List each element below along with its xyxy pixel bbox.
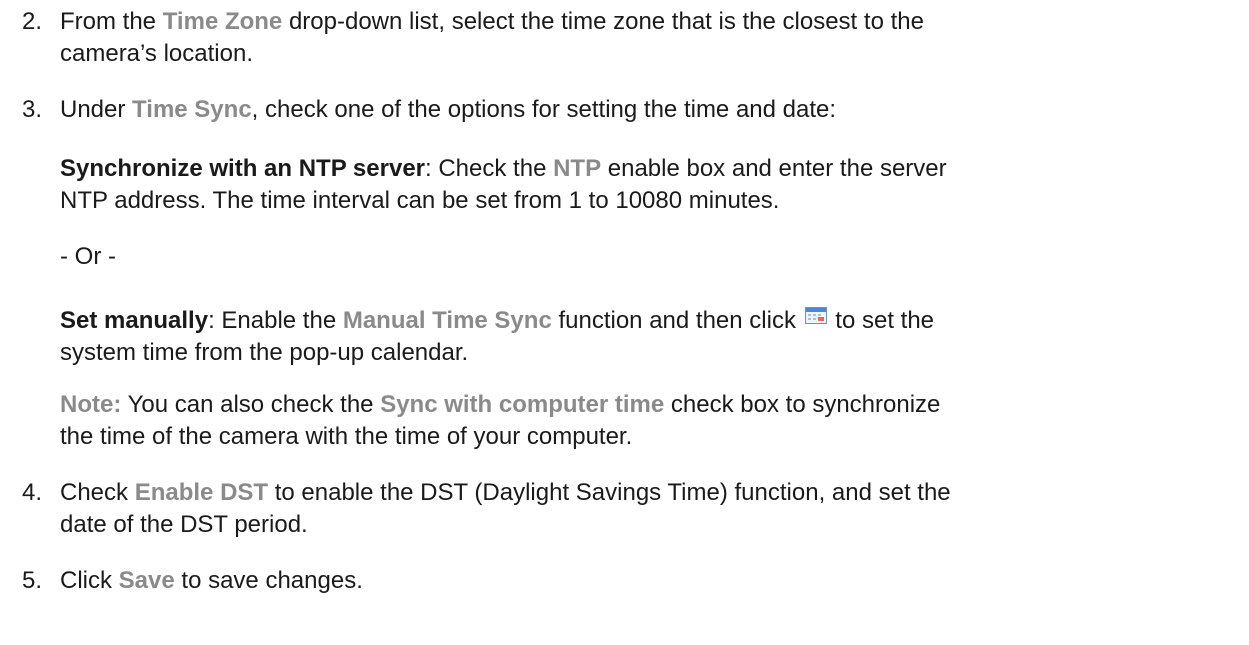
text: Click <box>60 567 119 594</box>
text: enable box and enter the server <box>601 155 947 182</box>
ui-term-manual-time-sync: Manual Time Sync <box>342 307 552 334</box>
document-page: 2. From the Time Zone drop-down list, se… <box>0 0 1249 645</box>
ui-term-ntp: NTP <box>553 155 602 182</box>
step-3: 3. Under Time Sync, check one of the opt… <box>22 94 1232 126</box>
note-label: Note: <box>60 391 122 418</box>
step-number: 2. <box>22 8 43 35</box>
step-number: 3. <box>22 96 43 123</box>
calendar-icon <box>804 301 827 324</box>
text: to enable the DST (Daylight Savings Time… <box>268 479 951 506</box>
ui-term-enable-dst: Enable DST <box>134 479 269 506</box>
ntp-option: Synchronize with an NTP server: Check th… <box>60 153 1240 217</box>
text: system time from the pop-up calendar. <box>60 339 469 366</box>
text: the time of the camera with the time of … <box>60 423 633 450</box>
text: : Check the <box>425 155 554 182</box>
text: , check one of the options for setting t… <box>251 96 837 123</box>
text: Under <box>60 96 133 123</box>
text: to set the <box>828 307 935 334</box>
ui-term-save: Save <box>118 567 175 594</box>
text: function and then click <box>551 307 803 334</box>
text: drop-down list, select the time zone tha… <box>282 8 924 35</box>
option-label: Set manually <box>60 307 209 334</box>
text: check box to synchronize <box>664 391 941 418</box>
step-number: 4. <box>22 479 43 506</box>
text: From the <box>60 8 163 35</box>
ui-term-time-zone: Time Zone <box>162 8 283 35</box>
manual-option: Set manually: Enable the Manual Time Syn… <box>60 301 1240 369</box>
text: : Enable the <box>208 307 343 334</box>
text: date of the DST period. <box>60 511 308 538</box>
step-number: 5. <box>22 567 43 594</box>
ui-term-sync-with-computer-time: Sync with computer time <box>380 391 665 418</box>
text: to save changes. <box>174 567 363 594</box>
step-5: 5. Click Save to save changes. <box>22 565 1232 597</box>
note: Note: You can also check the Sync with c… <box>60 389 1240 453</box>
text: Check <box>60 479 135 506</box>
or-separator: - Or - <box>60 243 116 270</box>
text: You can also check the <box>121 391 381 418</box>
ui-term-time-sync: Time Sync <box>132 96 252 123</box>
text: NTP address. The time interval can be se… <box>60 187 780 214</box>
step-2: 2. From the Time Zone drop-down list, se… <box>22 6 1232 70</box>
step-4: 4. Check Enable DST to enable the DST (D… <box>22 477 1232 541</box>
text: camera’s location. <box>60 40 253 67</box>
option-label: Synchronize with an NTP server <box>60 155 426 182</box>
